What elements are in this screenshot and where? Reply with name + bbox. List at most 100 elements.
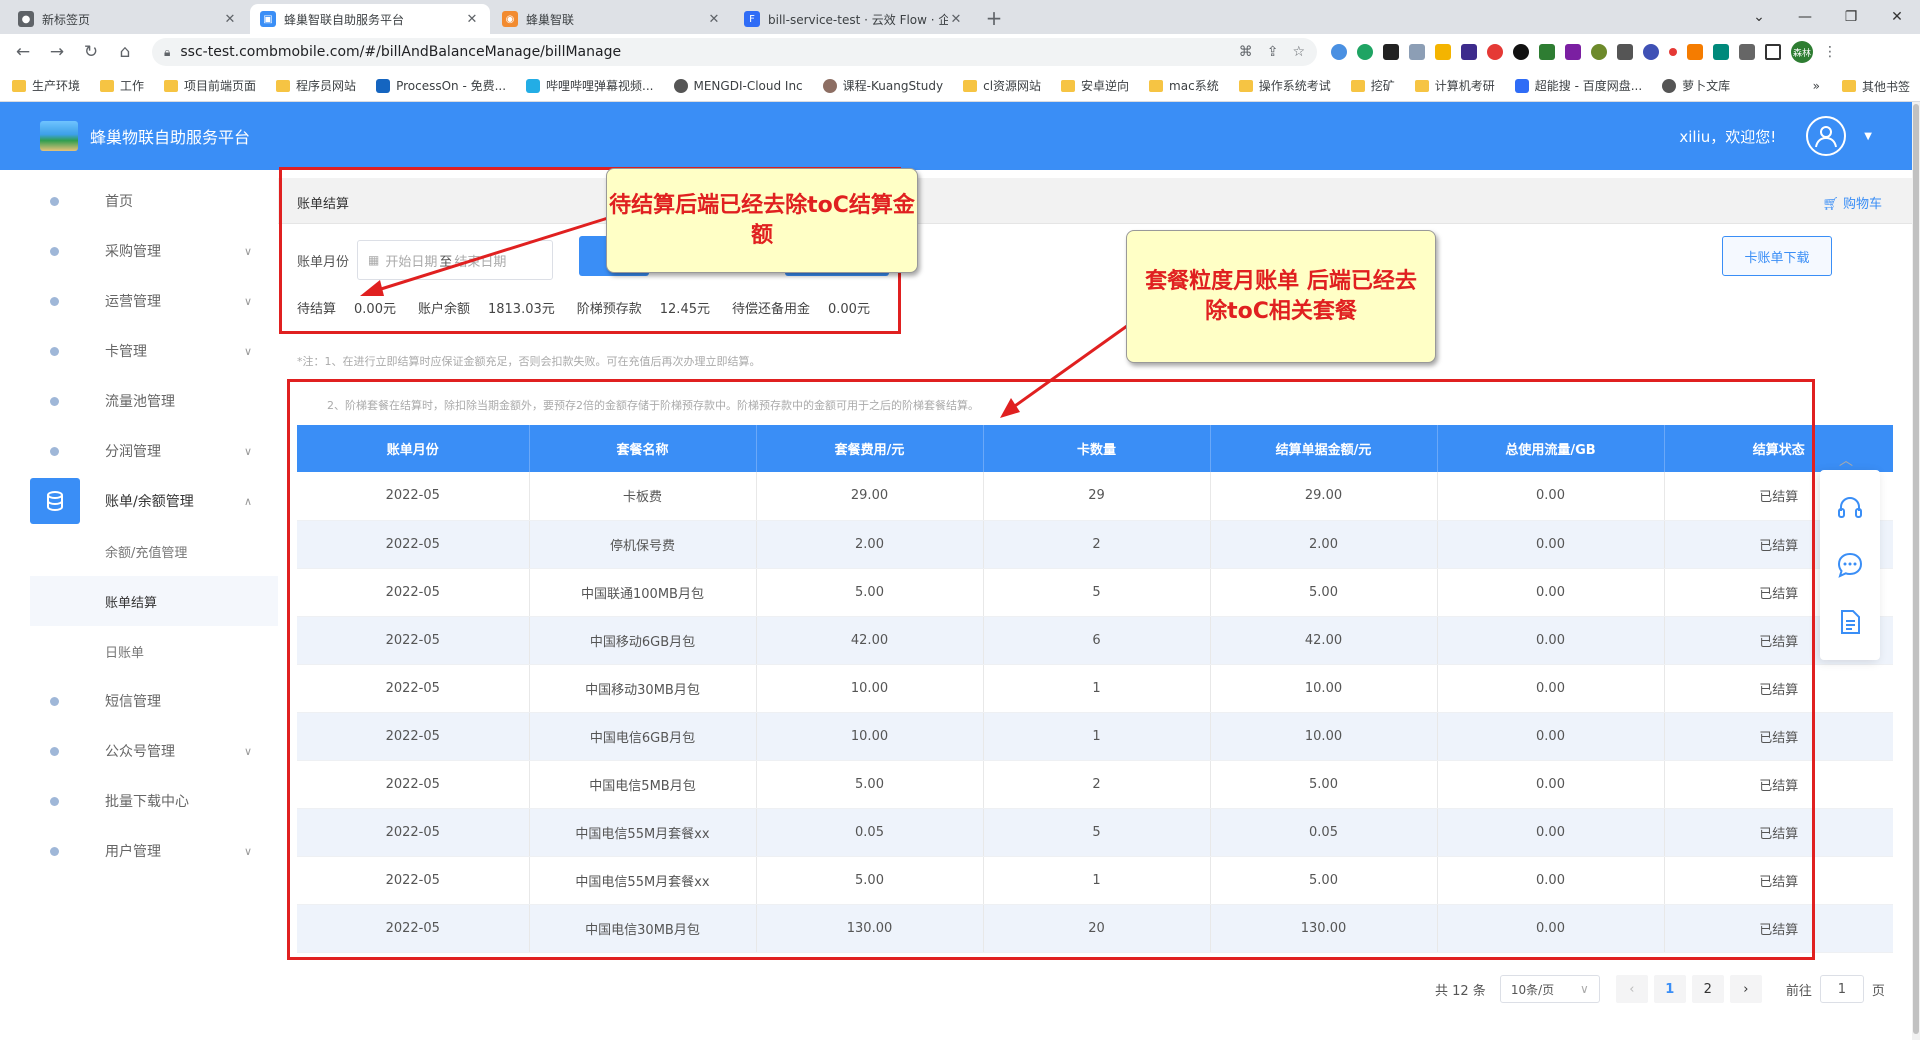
bookmark-star-icon[interactable]: ☆	[1292, 44, 1305, 60]
bookmark-label: 计算机考研	[1434, 79, 1495, 93]
minimize-icon[interactable]: —	[1782, 0, 1828, 34]
sidebar-item-billing[interactable]: 账单/余额管理 ∧	[0, 476, 278, 526]
sidebar-item-users[interactable]: 用户管理 ∨	[0, 826, 278, 876]
sidebar-item-home[interactable]: 首页	[0, 176, 278, 226]
reload-icon[interactable]: ↻	[76, 38, 106, 66]
restore-icon[interactable]: ❐	[1828, 0, 1874, 34]
prev-page-button[interactable]: ‹	[1615, 975, 1648, 1003]
headset-icon[interactable]	[1835, 493, 1865, 523]
sidebar-item-batch-download[interactable]: 批量下载中心	[0, 776, 278, 826]
bookmark-item[interactable]: 挖矿	[1350, 77, 1395, 94]
chevron-down-icon[interactable]: ▼	[1864, 131, 1872, 142]
forward-icon[interactable]: →	[42, 38, 72, 66]
bookmark-item[interactable]: 超能搜 - 百度网盘...	[1514, 77, 1642, 94]
sidebar-item-profit-share[interactable]: 分润管理 ∨	[0, 426, 278, 476]
bookmark-item[interactable]: MENGDI-Cloud Inc	[673, 78, 803, 93]
scrollbar-thumb[interactable]	[1913, 104, 1919, 1034]
extension-icon[interactable]	[1513, 44, 1529, 60]
bookmark-item[interactable]: 萝卜文库	[1662, 77, 1730, 94]
processon-icon	[376, 78, 391, 93]
other-bookmarks[interactable]: 其他书签	[1862, 78, 1910, 95]
bookmark-item[interactable]: cl资源网站	[963, 77, 1041, 94]
bookmark-item[interactable]: mac系统	[1149, 77, 1219, 94]
extension-icon[interactable]	[1687, 44, 1703, 60]
card-bill-download-button[interactable]: 卡账单下载	[1722, 236, 1832, 276]
sidebar-item-official-account[interactable]: 公众号管理 ∨	[0, 726, 278, 776]
chevron-up-icon[interactable]: ︿	[1839, 450, 1861, 469]
bookmark-item[interactable]: 项目前端页面	[164, 77, 256, 94]
bookmark-label: MENGDI-Cloud Inc	[693, 78, 803, 93]
page-size-select[interactable]: 10条/页 ∨	[1499, 975, 1600, 1003]
close-icon[interactable]: ✕	[222, 12, 238, 27]
bookmark-label: 哔哩哔哩弹幕视频...	[546, 79, 654, 93]
goto-label: 前往	[1785, 983, 1812, 999]
extension-icon[interactable]	[1591, 44, 1607, 60]
bookmarks-overflow[interactable]: »	[1813, 79, 1820, 93]
cart-icon: 🛒︎	[1822, 197, 1843, 212]
close-window-icon[interactable]: ✕	[1874, 0, 1920, 34]
share-icon[interactable]: ⇪	[1267, 44, 1279, 60]
extension-icon[interactable]	[1435, 44, 1451, 60]
extension-icon[interactable]	[1331, 44, 1347, 60]
sidepanel-icon[interactable]	[1765, 44, 1781, 60]
bookmark-item[interactable]: ProcessOn - 免费...	[376, 77, 506, 94]
browser-tab-3[interactable]: F bill-service-test · 云效 Flow · 企 ✕	[734, 4, 974, 34]
extension-icon[interactable]	[1713, 44, 1729, 60]
close-icon[interactable]: ✕	[464, 12, 480, 27]
user-avatar[interactable]	[1806, 116, 1847, 156]
puzzle-icon[interactable]	[1739, 44, 1755, 60]
document-icon[interactable]	[1835, 607, 1865, 637]
extension-icon[interactable]	[1461, 44, 1477, 60]
sidebar-item-operations[interactable]: 运营管理 ∨	[0, 276, 278, 326]
bookmark-item[interactable]: 课程-KuangStudy	[822, 77, 943, 94]
menu-icon[interactable]: ⋮	[1823, 44, 1837, 60]
extension-icon[interactable]	[1617, 44, 1633, 60]
total-count: 共 12 条	[1435, 983, 1486, 999]
home-icon[interactable]: ⌂	[110, 38, 140, 66]
browser-tab-0[interactable]: ● 新标签页 ✕	[8, 4, 248, 34]
address-bar: ← → ↻ ⌂ 🔒︎ ssc-test.combmobile.com/#/bil…	[0, 34, 1920, 70]
bookmark-item[interactable]: 程序员网站	[276, 77, 356, 94]
bookmark-item[interactable]: 工作	[100, 77, 144, 94]
sidebar-subitem-bill-settlement[interactable]: 账单结算	[30, 576, 278, 626]
bookmark-item[interactable]: 生产环境	[12, 77, 80, 94]
page-button[interactable]: 2	[1691, 975, 1724, 1003]
translate-icon[interactable]: ⌘	[1239, 44, 1253, 60]
browser-tab-2[interactable]: ◉ 蜂巢智联 ✕	[492, 4, 732, 34]
page-button[interactable]: 1	[1653, 975, 1686, 1003]
sidebar-subitem-daily-bill[interactable]: 日账单	[0, 626, 278, 676]
extension-icon[interactable]	[1565, 44, 1581, 60]
folder-icon	[1841, 80, 1856, 92]
bookmark-item[interactable]: 安卓逆向	[1061, 77, 1129, 94]
goto-page-input[interactable]: 1	[1819, 975, 1864, 1003]
next-page-button[interactable]: ›	[1729, 975, 1762, 1003]
sidebar-item-traffic-pool[interactable]: 流量池管理	[0, 376, 278, 426]
new-tab-button[interactable]: +	[980, 4, 1008, 32]
bookmark-item[interactable]: 哔哩哔哩弹幕视频...	[526, 77, 654, 94]
extension-icon[interactable]	[1487, 44, 1503, 60]
sidebar-item-sms[interactable]: 短信管理	[0, 676, 278, 726]
cart-link[interactable]: 🛒︎ 购物车	[1822, 193, 1882, 212]
back-icon[interactable]: ←	[8, 38, 38, 66]
sidebar-item-purchase[interactable]: 采购管理 ∨	[0, 226, 278, 276]
bookmark-item[interactable]: 计算机考研	[1414, 77, 1495, 94]
url-input[interactable]: 🔒︎ ssc-test.combmobile.com/#/billAndBala…	[152, 38, 1317, 66]
extension-icon[interactable]	[1539, 44, 1555, 60]
extension-icon[interactable]	[1409, 44, 1425, 60]
sidebar-subitem-balance[interactable]: 余额/充值管理	[0, 526, 278, 576]
extensions: 森林 ⋮	[1331, 41, 1837, 63]
extension-icon[interactable]	[1357, 44, 1373, 60]
browser-tab-1[interactable]: ▣ 蜂巢智联自助服务平台 ✕	[250, 4, 490, 34]
close-icon[interactable]: ✕	[706, 12, 722, 27]
user-icon	[1815, 126, 1838, 148]
close-icon[interactable]: ✕	[948, 12, 964, 27]
tab-search-icon[interactable]: ⌄	[1736, 0, 1782, 34]
lock-icon[interactable]: 🔒︎	[164, 45, 170, 60]
sidebar-item-cards[interactable]: 卡管理 ∨	[0, 326, 278, 376]
profile-avatar[interactable]: 森林	[1791, 41, 1813, 63]
extension-icon[interactable]	[1643, 44, 1659, 60]
extension-icon[interactable]	[1383, 44, 1399, 60]
chat-icon[interactable]	[1835, 550, 1865, 580]
bookmark-item[interactable]: 操作系统考试	[1238, 77, 1331, 94]
extension-icon[interactable]	[1669, 48, 1677, 56]
